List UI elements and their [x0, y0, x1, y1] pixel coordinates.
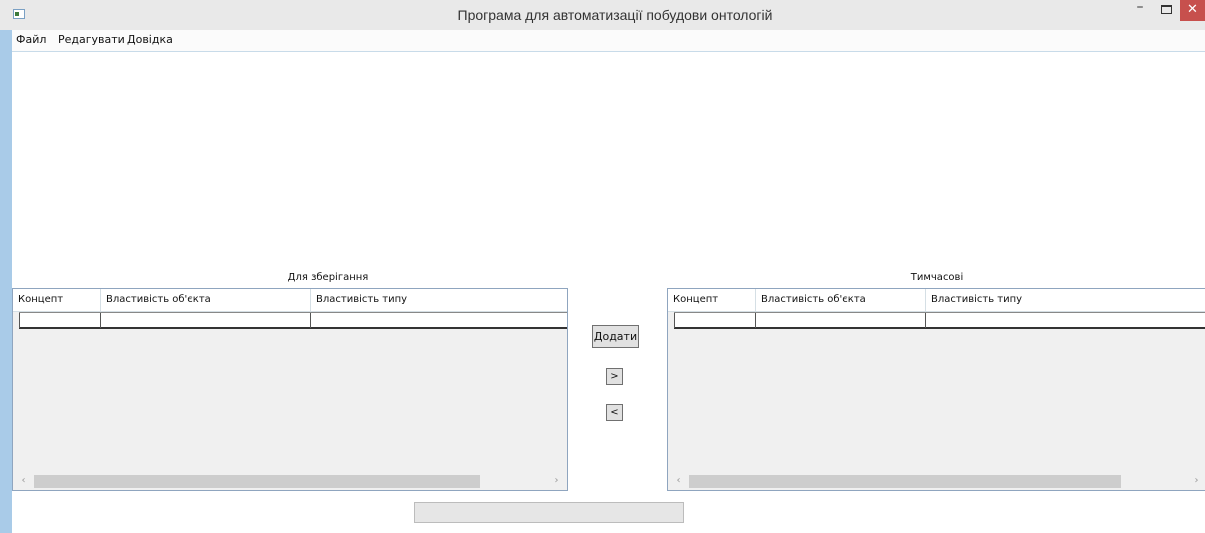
- temp-col-concept[interactable]: Концепт: [668, 289, 756, 311]
- temp-col-type-property[interactable]: Властивість типу: [926, 289, 1205, 311]
- storage-grid-header: Концепт Властивість об'єкта Властивість …: [13, 289, 567, 312]
- scroll-left-icon[interactable]: ‹: [670, 473, 687, 490]
- storage-horizontal-scrollbar[interactable]: ‹ ›: [13, 473, 567, 490]
- temp-cell-concept[interactable]: [674, 313, 755, 328]
- storage-grid[interactable]: Концепт Властивість об'єкта Властивість …: [12, 288, 568, 491]
- move-left-button[interactable]: <: [606, 404, 623, 421]
- temp-grid-title: Тимчасові: [910, 272, 964, 283]
- scroll-left-icon[interactable]: ‹: [15, 473, 32, 490]
- window-title: Програма для автоматизації побудови онто…: [457, 7, 773, 23]
- temp-new-row[interactable]: [674, 312, 1205, 329]
- close-icon: ✕: [1187, 2, 1198, 17]
- title-bar[interactable]: Програма для автоматизації побудови онто…: [0, 0, 1205, 30]
- minimize-button[interactable]: –: [1127, 0, 1153, 21]
- storage-scroll-thumb[interactable]: [34, 475, 480, 488]
- temp-grid-header: Концепт Властивість об'єкта Властивість …: [668, 289, 1205, 312]
- temp-grid[interactable]: Концепт Властивість об'єкта Властивість …: [667, 288, 1205, 491]
- storage-col-object-property[interactable]: Властивість об'єкта: [101, 289, 311, 311]
- scroll-right-icon[interactable]: ›: [1188, 473, 1205, 490]
- temp-horizontal-scrollbar[interactable]: ‹ ›: [668, 473, 1205, 490]
- storage-new-row[interactable]: [19, 312, 567, 329]
- storage-cell-object-property[interactable]: [100, 313, 310, 328]
- add-button[interactable]: Додати: [592, 325, 639, 348]
- menu-file[interactable]: Файл: [16, 33, 46, 46]
- menu-bar: Файл Редагувати Довідка: [12, 30, 1205, 52]
- minimize-icon: –: [1136, 0, 1144, 15]
- storage-col-concept[interactable]: Концепт: [13, 289, 101, 311]
- close-button[interactable]: ✕: [1180, 0, 1205, 21]
- storage-cell-concept[interactable]: [19, 313, 100, 328]
- app-window: Програма для автоматизації побудови онто…: [0, 0, 1205, 533]
- progress-bar: [414, 502, 684, 523]
- client-area: Файл Редагувати Довідка Для зберігання К…: [12, 30, 1205, 533]
- maximize-button[interactable]: [1153, 0, 1179, 21]
- temp-cell-type-property[interactable]: [925, 313, 1205, 328]
- temp-cell-object-property[interactable]: [755, 313, 925, 328]
- storage-col-type-property[interactable]: Властивість типу: [311, 289, 569, 311]
- temp-col-object-property[interactable]: Властивість об'єкта: [756, 289, 926, 311]
- temp-scroll-thumb[interactable]: [689, 475, 1121, 488]
- maximize-icon: [1160, 5, 1172, 14]
- storage-grid-title: Для зберігання: [287, 272, 369, 283]
- menu-edit[interactable]: Редагувати: [58, 33, 125, 46]
- move-right-button[interactable]: >: [606, 368, 623, 385]
- scroll-right-icon[interactable]: ›: [548, 473, 565, 490]
- menu-help[interactable]: Довідка: [127, 33, 173, 46]
- storage-cell-type-property[interactable]: [310, 313, 569, 328]
